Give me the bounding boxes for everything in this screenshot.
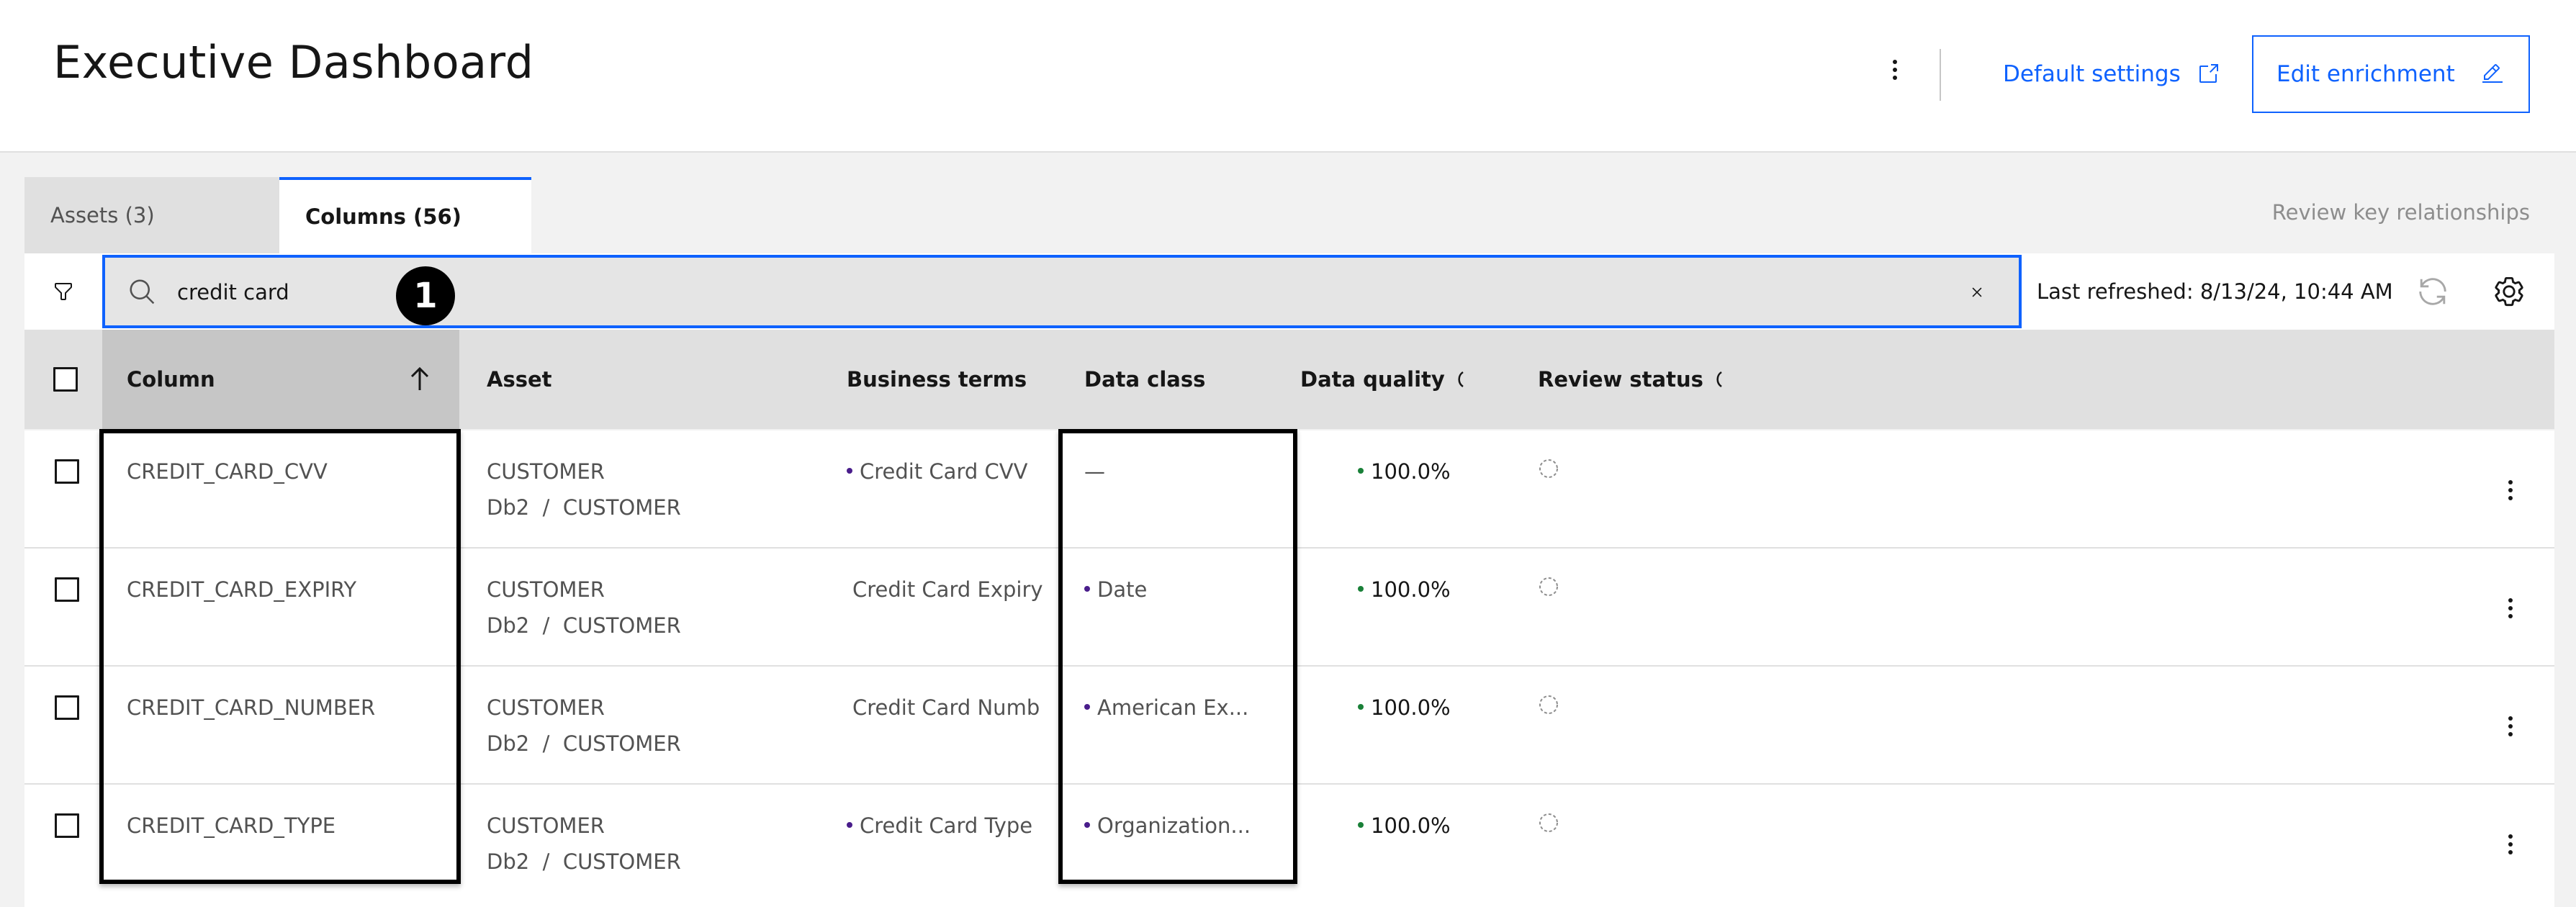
quality-status-dot xyxy=(1358,704,1364,710)
edit-enrichment-label: Edit enrichment xyxy=(2276,61,2455,87)
column-name-cell[interactable]: CREDIT_CARD_EXPIRY xyxy=(127,572,356,608)
review-status-header-label: Review status xyxy=(1538,367,1703,392)
default-settings-label: Default settings xyxy=(2003,61,2181,87)
column-header-column[interactable]: Column xyxy=(127,330,458,429)
data-class-cell: Organization... xyxy=(1084,808,1251,844)
asset-path-cell: Db2 / CUSTOMER xyxy=(487,731,681,756)
asset-path-cell: Db2 / CUSTOMER xyxy=(487,849,681,874)
table-row[interactable]: CREDIT_CARD_NUMBER CUSTOMER Db2 / CUSTOM… xyxy=(24,667,2554,785)
asset-path-cell: Db2 / CUSTOMER xyxy=(487,495,681,520)
asset-name-cell[interactable]: CUSTOMER xyxy=(487,572,605,608)
overflow-menu-icon xyxy=(2508,480,2513,484)
data-class-cell: — xyxy=(1084,459,1105,484)
clear-search-button[interactable] xyxy=(1961,276,1993,308)
launch-icon xyxy=(2199,64,2218,83)
search-icon xyxy=(130,279,155,304)
arrow-up-icon xyxy=(410,367,429,390)
status-pending-icon xyxy=(1539,577,1558,596)
row-overflow-menu-button[interactable] xyxy=(2500,472,2521,508)
class-status-dot xyxy=(1084,586,1090,592)
asset-name-cell[interactable]: CUSTOMER xyxy=(487,690,605,726)
column-header-label: Column xyxy=(127,367,215,392)
quality-status-dot xyxy=(1358,822,1364,828)
data-quality-header-label: Data quality xyxy=(1300,367,1445,392)
column-name-cell[interactable]: CREDIT_CARD_TYPE xyxy=(127,808,335,844)
status-pending-icon xyxy=(1539,459,1558,478)
tab-assets[interactable]: Assets (3) xyxy=(24,177,279,253)
column-header-data-class[interactable]: Data class xyxy=(1084,330,1205,429)
edit-enrichment-button[interactable]: Edit enrichment xyxy=(2252,35,2530,113)
close-icon xyxy=(1972,287,1982,297)
term-status-dot xyxy=(847,822,852,828)
row-overflow-menu-button[interactable] xyxy=(2500,826,2521,862)
filter-icon xyxy=(55,283,72,300)
business-term-cell[interactable]: Credit Card Numb xyxy=(852,690,1040,726)
filter-button[interactable] xyxy=(24,253,102,330)
overflow-menu-icon xyxy=(1893,60,1897,64)
data-quality-cell: 100.0% xyxy=(1358,808,1451,844)
column-header-business-terms[interactable]: Business terms xyxy=(847,330,1027,429)
refresh-icon xyxy=(2419,278,2446,305)
asset-name-cell[interactable]: CUSTOMER xyxy=(487,808,605,844)
page-header: Executive Dashboard Default settings Edi… xyxy=(0,0,2576,153)
row-overflow-menu-button[interactable] xyxy=(2500,708,2521,744)
table-header: Column Asset Business terms Data class D… xyxy=(24,330,2554,429)
overflow-menu-icon xyxy=(2508,598,2513,603)
column-name-cell[interactable]: CREDIT_CARD_CVV xyxy=(127,454,328,489)
info-icon[interactable] xyxy=(1455,370,1465,389)
tab-columns[interactable]: Columns (56) xyxy=(279,177,531,253)
last-refreshed-text: Last refreshed: 8/13/24, 10:44 AM xyxy=(2037,279,2393,304)
header-overflow-menu-button[interactable] xyxy=(1879,45,1911,95)
overflow-menu-icon xyxy=(2508,716,2513,721)
asset-path-cell: Db2 / CUSTOMER xyxy=(487,613,681,638)
select-all-cell xyxy=(53,330,78,429)
business-term-cell[interactable]: Credit Card Type xyxy=(847,808,1032,844)
term-status-dot xyxy=(847,468,852,474)
column-header-data-quality[interactable]: Data quality xyxy=(1300,330,1465,429)
column-header-review-status[interactable]: Review status xyxy=(1538,330,1724,429)
refresh-button[interactable] xyxy=(2416,275,2449,308)
review-key-relationships-link[interactable]: Review key relationships xyxy=(2272,200,2530,225)
data-class-cell: American Ex... xyxy=(1084,690,1248,726)
page-title: Executive Dashboard xyxy=(53,36,534,89)
asset-name-cell[interactable]: CUSTOMER xyxy=(487,454,605,489)
default-settings-link[interactable]: Default settings xyxy=(2003,58,2220,91)
header-divider xyxy=(1940,49,1941,101)
row-checkbox[interactable] xyxy=(55,813,79,838)
status-pending-icon xyxy=(1539,695,1558,714)
quality-status-dot xyxy=(1358,468,1364,474)
class-status-dot xyxy=(1084,704,1090,710)
table-row[interactable]: CREDIT_CARD_CVV CUSTOMER Db2 / CUSTOMER … xyxy=(24,430,2554,549)
search-box[interactable] xyxy=(102,255,2022,328)
class-status-dot xyxy=(1084,822,1090,828)
select-all-checkbox[interactable] xyxy=(53,367,78,392)
business-term-cell[interactable]: Credit Card Expiry xyxy=(852,572,1043,608)
info-icon[interactable] xyxy=(1713,370,1724,389)
edit-icon xyxy=(2482,64,2503,83)
status-pending-icon xyxy=(1539,813,1558,832)
quality-status-dot xyxy=(1358,586,1364,592)
settings-icon xyxy=(2495,276,2523,307)
row-checkbox[interactable] xyxy=(55,695,79,720)
data-quality-cell: 100.0% xyxy=(1358,690,1451,726)
table-row[interactable]: CREDIT_CARD_TYPE CUSTOMER Db2 / CUSTOMER… xyxy=(24,785,2554,907)
data-class-cell: Date xyxy=(1084,572,1147,608)
data-quality-cell: 100.0% xyxy=(1358,454,1451,489)
business-term-cell[interactable]: Credit Card CVV xyxy=(847,454,1027,489)
row-checkbox[interactable] xyxy=(55,459,79,484)
step-marker-badge: 1 xyxy=(396,266,455,325)
row-overflow-menu-button[interactable] xyxy=(2500,590,2521,626)
column-header-asset[interactable]: Asset xyxy=(487,330,552,429)
column-name-cell[interactable]: CREDIT_CARD_NUMBER xyxy=(127,690,375,726)
table-settings-button[interactable] xyxy=(2492,275,2526,308)
overflow-menu-icon xyxy=(2508,834,2513,839)
table-row[interactable]: CREDIT_CARD_EXPIRY CUSTOMER Db2 / CUSTOM… xyxy=(24,549,2554,667)
data-quality-cell: 100.0% xyxy=(1358,572,1451,608)
row-checkbox[interactable] xyxy=(55,577,79,602)
